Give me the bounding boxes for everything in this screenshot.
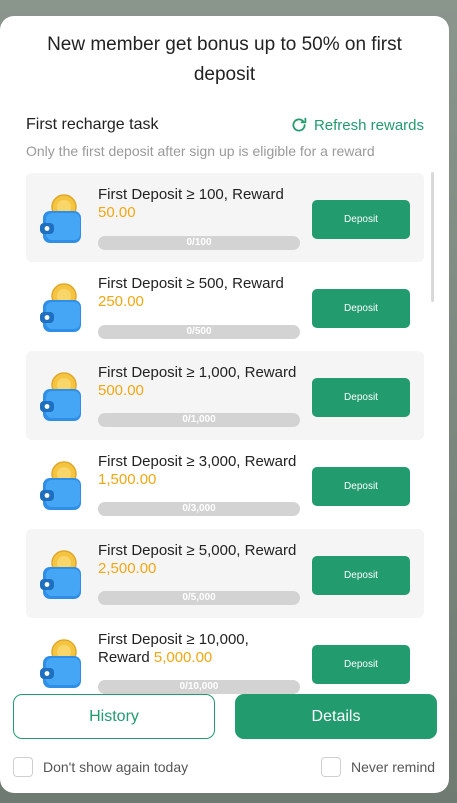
never-remind-option[interactable]: Never remind [321, 757, 435, 777]
task-description: First Deposit ≥ 500, Reward 250.00 [98, 275, 303, 311]
task-item: First Deposit ≥ 3,000, Reward 1,500.00 0/… [26, 440, 424, 529]
task-progress-bar: 0/5,000 [98, 591, 300, 605]
task-progress-label: 0/500 [186, 326, 212, 337]
deposit-button[interactable]: Deposit [312, 200, 410, 239]
deposit-button[interactable]: Deposit [312, 289, 410, 328]
task-description: First Deposit ≥ 3,000, Reward 1,500.00 [98, 453, 303, 489]
task-description: First Deposit ≥ 10,000, Reward 5,000.00 [98, 631, 303, 667]
task-requirement: First Deposit ≥ 5,000, Reward [98, 542, 297, 559]
wallet-coin-icon-graphic [40, 194, 81, 243]
deposit-button[interactable]: Deposit [312, 645, 410, 684]
task-progress-label: 0/100 [186, 237, 212, 248]
modal-title: New member get bonus up to 50% on first … [47, 34, 402, 85]
task-progress-bar: 0/10,000 [98, 680, 300, 694]
task-reward-amount: 1,500.00 [98, 471, 157, 488]
dont-show-again-option[interactable]: Don't show again today [13, 757, 188, 777]
task-requirement: First Deposit ≥ 3,000, Reward [98, 453, 297, 470]
task-subtitle: Only the first deposit after sign up is … [26, 143, 375, 159]
history-button[interactable]: History [13, 694, 215, 739]
task-item: First Deposit ≥ 500, Reward 250.00 0/500 D… [26, 262, 424, 351]
task-title: First recharge task [26, 116, 159, 133]
wallet-coin-icon-graphic [40, 283, 81, 332]
task-item: First Deposit ≥ 1,000, Reward 500.00 0/1,… [26, 351, 424, 440]
task-reward-amount: 500.00 [98, 382, 144, 399]
wallet-coin-icon-graphic [40, 372, 81, 421]
task-item: First Deposit ≥ 5,000, Reward 2,500.00 0/… [26, 529, 424, 618]
deposit-button[interactable]: Deposit [312, 378, 410, 417]
task-item: First Deposit ≥ 100, Reward 50.00 0/100 De… [26, 173, 424, 262]
task-description: First Deposit ≥ 5,000, Reward 2,500.00 [98, 542, 303, 578]
task-panel: First recharge task Refresh rewards Only… [14, 102, 436, 695]
refresh-icon [292, 117, 307, 132]
wallet-coin-icon-graphic [40, 550, 81, 599]
task-reward-amount: 2,500.00 [98, 560, 157, 577]
task-panel-header: First recharge task Refresh rewards [26, 116, 424, 136]
task-progress-bar: 0/500 [98, 325, 300, 339]
task-description: First Deposit ≥ 100, Reward 50.00 [98, 186, 303, 222]
task-list-scrollbar[interactable] [431, 172, 434, 302]
task-item: First Deposit ≥ 10,000, Reward 5,000.00 0… [26, 618, 424, 695]
task-description: First Deposit ≥ 1,000, Reward 500.00 [98, 364, 303, 400]
task-requirement: First Deposit ≥ 100, Reward [98, 186, 284, 203]
wallet-coin-icon [39, 282, 85, 334]
details-button[interactable]: Details [235, 694, 437, 739]
task-progress-bar: 0/3,000 [98, 502, 300, 516]
wallet-coin-icon-graphic [40, 461, 81, 510]
refresh-rewards-label: Refresh rewards [313, 116, 424, 134]
refresh-rewards-button[interactable]: Refresh rewards [290, 116, 424, 134]
task-progress-bar: 0/100 [98, 236, 300, 250]
wallet-coin-icon-graphic [40, 639, 81, 688]
deposit-button[interactable]: Deposit [312, 556, 410, 595]
wallet-coin-icon [39, 460, 85, 512]
task-progress-label: 0/5,000 [182, 592, 216, 603]
task-progress-label: 0/10,000 [179, 681, 219, 692]
dont-show-again-checkbox[interactable] [13, 757, 33, 777]
wallet-coin-icon [39, 638, 85, 690]
task-list: First Deposit ≥ 100, Reward 50.00 0/100 De… [26, 173, 424, 695]
task-progress-label: 0/3,000 [182, 503, 216, 514]
task-reward-amount: 5,000.00 [153, 649, 213, 666]
task-requirement: First Deposit ≥ 500, Reward [98, 275, 284, 292]
bonus-modal: New member get bonus up to 50% on first … [0, 16, 449, 793]
dont-show-again-label: Don't show again today [43, 759, 189, 775]
task-reward-amount: 50.00 [98, 204, 136, 221]
wallet-coin-icon [39, 549, 85, 601]
never-remind-checkbox[interactable] [321, 757, 341, 777]
task-requirement: First Deposit ≥ 1,000, Reward [98, 364, 297, 381]
task-reward-amount: 250.00 [98, 293, 144, 310]
deposit-button[interactable]: Deposit [312, 467, 410, 506]
task-progress-label: 0/1,000 [182, 414, 216, 425]
never-remind-label: Never remind [351, 759, 436, 775]
wallet-coin-icon [39, 371, 85, 423]
task-progress-bar: 0/1,000 [98, 413, 300, 427]
wallet-coin-icon [39, 193, 85, 245]
